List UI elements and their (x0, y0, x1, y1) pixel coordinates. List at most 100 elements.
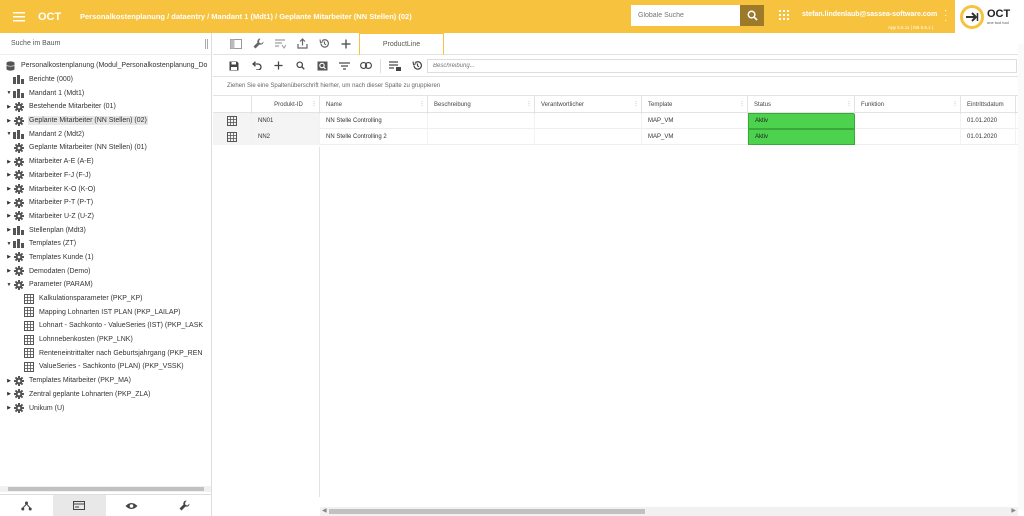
column-menu-icon[interactable]: · · · (313, 99, 315, 109)
scroll-left-arrow-icon[interactable]: ◀ (322, 507, 327, 516)
column-header[interactable]: Template · · · (642, 96, 748, 114)
global-search-input[interactable] (631, 5, 740, 26)
search-grid-button[interactable] (289, 56, 311, 76)
expand-right-icon[interactable]: ▶ (5, 104, 13, 110)
tree-item[interactable]: Mapping Lohnarten IST PLAN (PKP_LAILAP) (0, 305, 211, 319)
column-header[interactable]: Funktion · · · (855, 96, 961, 114)
tree-item[interactable]: ▶ Zentral geplante Lohnarten (PKP_ZLA) (0, 388, 211, 402)
add-row-button[interactable] (267, 56, 289, 76)
tree-item[interactable]: ▶ Bestehende Mitarbeiter (01) (0, 100, 211, 114)
tree-item[interactable]: ▶ Stellenplan (Mdt3) (0, 223, 211, 237)
splitter-handle[interactable] (205, 39, 208, 49)
column-menu-icon[interactable]: · · · (741, 99, 743, 109)
cell-id[interactable]: NN2 (252, 129, 320, 145)
expand-right-icon[interactable]: ▶ (5, 268, 13, 274)
hierarchy-icon[interactable] (0, 495, 53, 516)
tree-item[interactable]: ▶ Mitarbeiter A-E (A-E) (0, 155, 211, 169)
tree-item[interactable]: Lohnart - Sachkonto - ValueSeries (IST) … (0, 319, 211, 333)
cell-beschreibung[interactable] (428, 129, 535, 145)
row-table-icon[interactable] (213, 113, 252, 129)
list-lock-button[interactable] (384, 56, 406, 76)
tree-item[interactable]: ▼ Templates (ZT) (0, 237, 211, 251)
search-advanced-button[interactable] (311, 56, 333, 76)
table-row[interactable]: NN01 NN Stelle Controlling MAP_VM Aktiv 01.0… (213, 113, 1024, 129)
cell-status[interactable]: Aktiv (748, 113, 855, 129)
panel-toggle-button[interactable] (225, 34, 247, 54)
expand-right-icon[interactable]: ▶ (5, 227, 13, 233)
card-icon[interactable] (52, 495, 106, 516)
cell-verantwortlicher[interactable] (535, 113, 642, 129)
tree-item[interactable]: ▶ Mitarbeiter P-T (P-T) (0, 196, 211, 210)
link-button[interactable] (355, 56, 377, 76)
table-row[interactable]: NN2 NN Stelle Controlling 2 MAP_VM Aktiv 01.… (213, 129, 1024, 145)
history-button[interactable] (313, 34, 335, 54)
tree-item[interactable]: Berichte (000) (0, 73, 211, 87)
tree-item[interactable]: Lohnnebenkosten (PKP_LNK) (0, 333, 211, 347)
tree-item[interactable]: ▼ Parameter (PARAM) (0, 278, 211, 292)
reset-button[interactable] (406, 56, 428, 76)
sidebar-horizontal-scrollbar[interactable] (0, 486, 211, 492)
expand-down-icon[interactable]: ▼ (5, 282, 13, 288)
column-header[interactable]: Verantwortlicher · · · (535, 96, 642, 114)
expand-right-icon[interactable]: ▶ (5, 186, 13, 192)
column-menu-icon[interactable]: · · · (954, 99, 956, 109)
column-menu-icon[interactable]: · · · (848, 99, 850, 109)
cell-id[interactable]: NN01 (252, 113, 320, 129)
tree-item[interactable]: ▼ Mandant 1 (Mdt1) (0, 86, 211, 100)
wrench-icon[interactable] (158, 495, 211, 516)
column-menu-icon[interactable]: · · · (635, 99, 637, 109)
tree-item[interactable]: Geplante Mitarbeiter (NN Stellen) (01) (0, 141, 211, 155)
tree-item[interactable]: ▶ Demodaten (Demo) (0, 264, 211, 278)
column-header[interactable]: Status · · · (748, 96, 855, 114)
tree-item[interactable]: Renteneintrittalter nach Geburtsjahrgang… (0, 346, 211, 360)
cell-status[interactable]: Aktiv (748, 129, 855, 145)
column-menu-icon[interactable]: · · · (528, 99, 530, 109)
tree-item[interactable]: ▶ Templates Mitarbeiter (PKP_MA) (0, 374, 211, 388)
expand-right-icon[interactable]: ▶ (5, 254, 13, 260)
expand-right-icon[interactable]: ▶ (5, 378, 13, 384)
expand-right-icon[interactable]: ▶ (5, 391, 13, 397)
expand-down-icon[interactable]: ▼ (5, 241, 13, 247)
tools-button[interactable] (247, 34, 269, 54)
expand-right-icon[interactable]: ▶ (5, 405, 13, 411)
column-header[interactable]: Name · · · (320, 96, 428, 114)
tree-item[interactable]: ▼ Mandant 2 (Mdt2) (0, 127, 211, 141)
tree-item[interactable]: Personalkostenplanung (Modul_Personalkos… (0, 59, 211, 73)
cell-verantwortlicher[interactable] (535, 129, 642, 145)
cell-name[interactable]: NN Stelle Controlling (320, 113, 428, 129)
eye-icon[interactable] (106, 495, 159, 516)
cell-funktion[interactable] (855, 129, 961, 145)
description-input[interactable] (427, 59, 1017, 73)
undo-button[interactable] (245, 56, 267, 76)
search-button[interactable] (740, 5, 764, 26)
expand-right-icon[interactable]: ▶ (5, 118, 13, 124)
more-vert-icon[interactable]: · · · (944, 6, 948, 26)
expand-right-icon[interactable]: ▶ (5, 159, 13, 165)
sort-button[interactable] (269, 34, 291, 54)
tab-productline[interactable]: ProductLine (359, 32, 444, 55)
scroll-right-arrow-icon[interactable]: ▶ (1011, 507, 1016, 516)
column-header[interactable]: Eintrittsdatum (961, 96, 1016, 114)
cell-eintritt[interactable]: 01.01.2020 (961, 113, 1016, 129)
filter-button[interactable] (333, 56, 355, 76)
tree-item[interactable]: Kalkulationsparameter (PKP_KP) (0, 292, 211, 306)
expand-down-icon[interactable]: ▼ (5, 131, 13, 137)
tree-item[interactable]: ▶ Geplante Mitarbeiter (NN Stellen) (02) (0, 114, 211, 128)
tree-item[interactable]: ValueSeries - Sachkonto (PLAN) (PKP_VSSK… (0, 360, 211, 374)
user-email[interactable]: stefan.lindenlaub@sassea-software.com (802, 11, 937, 18)
expand-right-icon[interactable]: ▶ (5, 200, 13, 206)
expand-right-icon[interactable]: ▶ (5, 213, 13, 219)
cell-funktion[interactable] (855, 113, 961, 129)
row-table-icon[interactable] (213, 129, 252, 145)
export-button[interactable] (291, 34, 313, 54)
apps-grid-icon[interactable] (779, 10, 789, 20)
expand-right-icon[interactable]: ▶ (5, 172, 13, 178)
tree-item[interactable]: ▶ Unikum (U) (0, 401, 211, 415)
menu-icon[interactable] (0, 0, 38, 33)
tree-item[interactable]: ▶ Templates Kunde (1) (0, 251, 211, 265)
grid-horizontal-scrollbar[interactable]: ◀ ▶ (320, 507, 1018, 516)
tree-item[interactable]: ▶ Mitarbeiter U-Z (U-Z) (0, 210, 211, 224)
cell-name[interactable]: NN Stelle Controlling 2 (320, 129, 428, 145)
grid-vertical-scrollbar[interactable] (1018, 44, 1024, 510)
tree-item[interactable]: ▶ Mitarbeiter F-J (F-J) (0, 169, 211, 183)
